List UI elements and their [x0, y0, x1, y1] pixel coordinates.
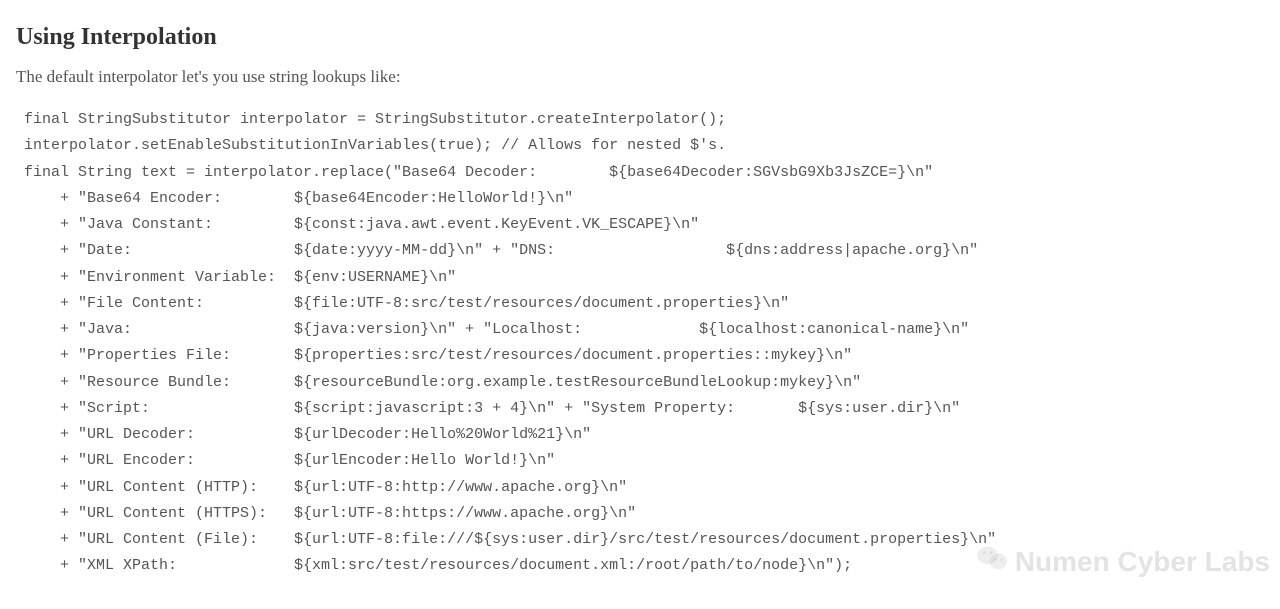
intro-paragraph: The default interpolator let's you use s… — [16, 67, 1264, 87]
code-block: final StringSubstitutor interpolator = S… — [16, 107, 1264, 580]
section-heading: Using Interpolation — [16, 24, 1264, 51]
